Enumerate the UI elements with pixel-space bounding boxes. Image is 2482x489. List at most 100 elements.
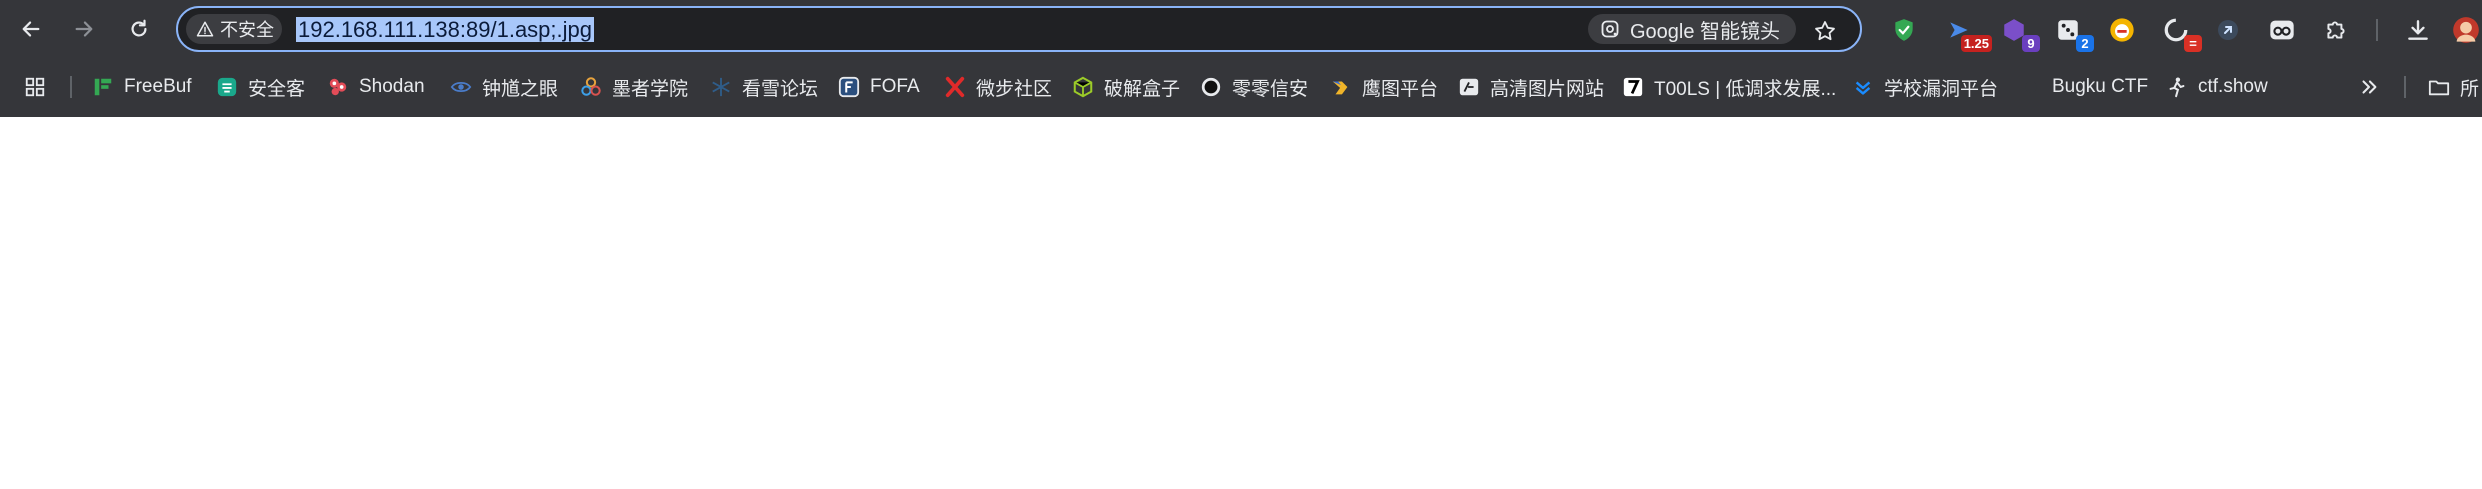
extension-glasses[interactable] <box>2266 14 2298 46</box>
x-logo-icon <box>944 76 966 98</box>
bookmark-label: 破解盒子 <box>1104 78 1181 100</box>
bookmark-threatbook[interactable]: 微步社区 <box>944 72 1052 102</box>
bookmarks-overflow-button[interactable] <box>2358 72 2380 102</box>
double-chevron-right-icon <box>2362 80 2377 94</box>
image-site-icon <box>1458 76 1480 98</box>
bookmark-bugku[interactable]: Bugku CTF <box>2020 72 2148 102</box>
forward-button[interactable] <box>67 12 101 46</box>
bookmark-label: ctf.show <box>2198 76 2268 97</box>
seven-icon <box>1622 76 1644 98</box>
bookmark-label: T00LS | 低调求发展... <box>1654 78 1837 100</box>
downloads-button[interactable] <box>2402 14 2434 46</box>
extension-speed[interactable]: 1.25 <box>1944 14 1992 52</box>
google-lens-button[interactable]: Google 智能镜头 <box>1588 14 1796 44</box>
extension-link[interactable] <box>2212 14 2244 46</box>
address-bar[interactable]: 不安全 192.168.111.138:89/1.asp;.jpg Google… <box>176 6 1862 52</box>
apps-button[interactable] <box>24 72 46 102</box>
folder-label: 所 <box>2460 78 2480 100</box>
bookmark-label: 墨者学院 <box>612 78 689 100</box>
bookmark-mozhe[interactable]: 墨者学院 <box>580 72 688 102</box>
url-text[interactable]: 192.168.111.138:89/1.asp;.jpg <box>296 16 594 44</box>
extension-badge-minus: = <box>2184 35 2202 52</box>
extension-badge-9: 9 <box>2022 35 2040 52</box>
bookmark-star-button[interactable] <box>1810 16 1840 46</box>
bookmark-anquanke[interactable]: 安全客 <box>216 72 305 102</box>
bookmark-label: Bugku CTF <box>2052 76 2149 97</box>
url-selected-text: 192.168.111.138:89/1.asp;.jpg <box>296 17 594 42</box>
avatar-icon <box>2453 17 2479 43</box>
bookmark-shodan[interactable]: Shodan <box>327 72 425 102</box>
bookmark-label: Shodan <box>359 76 425 97</box>
reload-icon <box>131 19 147 37</box>
lens-icon <box>1601 20 1619 38</box>
bookmark-freebuf[interactable]: FreeBuf <box>92 72 192 102</box>
bookmark-label: FOFA <box>870 76 920 97</box>
download-icon <box>2408 20 2428 40</box>
bookmark-pojie[interactable]: 破解盒子 <box>1072 72 1180 102</box>
bookmark-kanxue[interactable]: 看雪论坛 <box>710 72 818 102</box>
page-content <box>0 117 2482 489</box>
all-bookmarks-folder[interactable]: 所 <box>2428 72 2479 102</box>
running-figure-icon <box>2166 76 2188 98</box>
bookmark-label: 钟馗之眼 <box>482 78 559 100</box>
extension-cookie[interactable] <box>2106 14 2138 46</box>
puzzle-icon <box>2327 21 2345 39</box>
browser-chrome: 不安全 192.168.111.138:89/1.asp;.jpg Google… <box>0 0 2482 117</box>
bookmark-label: 学校漏洞平台 <box>1884 78 1999 100</box>
speed-badge: 1.25 <box>1960 35 1992 52</box>
anquanke-icon <box>216 76 238 98</box>
apps-grid-icon <box>25 77 45 97</box>
bookmark-label: FreeBuf <box>124 76 192 97</box>
bugku-icon <box>2020 76 2042 98</box>
warning-icon <box>196 21 214 37</box>
zoomeye-icon <box>450 76 472 98</box>
shodan-icon <box>327 76 349 98</box>
arrow-right-icon <box>75 21 93 37</box>
cube-icon <box>1072 76 1094 98</box>
bookmark-t00ls[interactable]: T00LS | 低调求发展... <box>1622 72 1836 102</box>
extension-shield[interactable] <box>1888 14 1920 46</box>
shield-check-icon <box>1895 19 1913 41</box>
extensions-menu-button[interactable] <box>2320 14 2352 46</box>
bookmark-hunter[interactable]: 鹰图平台 <box>1330 72 1438 102</box>
snowflake-icon <box>710 76 732 98</box>
bookmark-label: 鹰图平台 <box>1362 78 1439 100</box>
arrow-left-icon <box>22 21 40 37</box>
folder-icon <box>2428 76 2450 98</box>
lens-label: Google 智能镜头 <box>1630 20 1781 43</box>
star-icon <box>1815 21 1835 41</box>
bookmark-label: 零零信安 <box>1232 78 1309 100</box>
back-button[interactable] <box>14 12 48 46</box>
fofa-icon <box>838 76 860 98</box>
bookmark-0zero[interactable]: 零零信安 <box>1200 72 1308 102</box>
chevron-down-icon <box>1852 76 1874 98</box>
bookmark-hd-images[interactable]: 高清图片网站 <box>1458 72 1604 102</box>
extension-purple[interactable]: 9 <box>1998 14 2040 52</box>
extension-dice[interactable]: 2 <box>2052 14 2094 52</box>
eagle-icon <box>1330 76 1352 98</box>
bookmark-label: 微步社区 <box>976 78 1053 100</box>
bookmark-label: 看雪论坛 <box>742 78 819 100</box>
bookmark-label: 安全客 <box>248 78 306 100</box>
glasses-icon <box>2270 20 2294 40</box>
cookie-icon <box>2110 18 2134 42</box>
link-circle-icon <box>2218 20 2238 40</box>
bookmark-zoomeye[interactable]: 钟馗之眼 <box>450 72 558 102</box>
reload-button[interactable] <box>122 12 156 46</box>
toolbar-divider <box>2376 19 2378 41</box>
ring-icon <box>1200 76 1222 98</box>
bookmarks-divider-right <box>2404 76 2406 98</box>
mozhe-icon <box>580 76 602 98</box>
bookmark-label: 高清图片网站 <box>1490 78 1605 100</box>
bookmark-edusrc[interactable]: 学校漏洞平台 <box>1852 72 1998 102</box>
profile-avatar[interactable] <box>2452 14 2482 46</box>
freebuf-icon <box>92 76 114 98</box>
extension-badge-2: 2 <box>2076 35 2094 52</box>
security-indicator[interactable]: 不安全 <box>186 14 282 44</box>
bookmark-fofa[interactable]: FOFA <box>838 72 920 102</box>
bookmark-ctfshow[interactable]: ctf.show <box>2166 72 2268 102</box>
extension-spinner[interactable]: = <box>2160 14 2202 52</box>
security-label: 不安全 <box>220 20 274 40</box>
bookmarks-divider <box>70 76 72 98</box>
bookmarks-bar: FreeBuf 安全客 Shodan 钟馗之眼 墨者学院 看雪论坛 FOFA 微… <box>0 62 2482 112</box>
